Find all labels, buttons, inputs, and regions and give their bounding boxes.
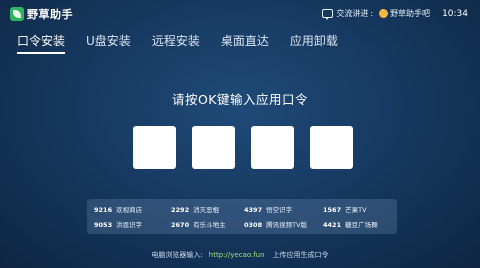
tab-remote-install[interactable]: 远程安装: [152, 32, 200, 49]
footer-url: http://yecao.fun: [208, 251, 265, 259]
code-digit-input[interactable]: [133, 126, 176, 169]
code-app-name: 洪恩识字: [116, 221, 143, 229]
code-app-name: 糖豆广场舞: [345, 221, 378, 229]
status-area: 交流讲进 : 野草助手吧 10:34: [322, 8, 468, 20]
popular-codes-panel: 9216 欢视商店 2292 消灭恶棍 4397 悟空识字 1567 芒果TV 9053…: [87, 199, 397, 234]
code-digit-input[interactable]: [192, 126, 235, 169]
tab-bar: 口令安装 U盘安装 远程安装 桌面直达 应用卸载: [17, 32, 359, 54]
leaf-logo-icon: [10, 7, 24, 21]
code-app-name: 悟空识字: [266, 206, 293, 214]
code-number: 1567: [323, 206, 342, 214]
code-entry[interactable]: 2670 有乐斗地主: [171, 219, 226, 229]
app-name: 野草助手: [27, 8, 73, 21]
code-number: 4421: [323, 221, 342, 229]
code-number: 4397: [244, 206, 263, 214]
code-number: 2670: [171, 221, 190, 229]
footer-instructions: 电脑浏览器输入: http://yecao.fun 上传应用生成口令: [0, 250, 480, 260]
codes-row: 9053 洪恩识字 2670 有乐斗地主 0308 腾讯视频TV版 4421 糖豆广场舞: [87, 219, 397, 233]
code-digit-input[interactable]: [251, 126, 294, 169]
code-entry[interactable]: 1567 芒果TV: [323, 204, 367, 214]
footer-label: 电脑浏览器输入:: [151, 251, 203, 259]
app-logo: 野草助手: [10, 6, 73, 22]
code-app-name: 有乐斗地主: [193, 221, 226, 229]
chat-icon: [322, 9, 334, 20]
code-digit-input[interactable]: [310, 126, 353, 169]
code-number: 9053: [94, 221, 113, 229]
code-app-name: 欢视商店: [116, 206, 143, 214]
code-number: 9216: [94, 206, 113, 214]
tab-usb-install[interactable]: U盘安装: [86, 32, 131, 49]
code-number: 2292: [171, 206, 190, 214]
code-prompt: 请按OK键输入应用口令: [171, 92, 309, 107]
clock: 10:34: [442, 8, 468, 19]
footer-suffix: 上传应用生成口令: [272, 251, 329, 259]
tab-app-uninstall[interactable]: 应用卸载: [290, 32, 338, 49]
code-app-name: 腾讯视频TV版: [266, 221, 308, 229]
brand-icon: [379, 9, 389, 18]
code-entry[interactable]: 0308 腾讯视频TV版: [244, 219, 307, 229]
tab-code-install[interactable]: 口令安装: [17, 32, 66, 54]
code-entry[interactable]: 4397 悟空识字: [244, 204, 292, 214]
chat-label[interactable]: 交流讲进: [336, 8, 368, 19]
code-number: 0308: [244, 221, 263, 229]
code-entry[interactable]: 9053 洪恩识字: [94, 219, 142, 229]
code-input-group: [133, 126, 353, 169]
tab-desktop-direct[interactable]: 桌面直达: [221, 32, 269, 49]
top-bar: 野草助手 交流讲进 : 野草助手吧 10:34: [0, 0, 480, 26]
colon-separator: :: [370, 9, 374, 18]
code-entry[interactable]: 9216 欢视商店: [94, 204, 142, 214]
code-app-name: 芒果TV: [345, 206, 367, 214]
codes-row: 9216 欢视商店 2292 消灭恶棍 4397 悟空识字 1567 芒果TV: [87, 204, 397, 218]
brand-label[interactable]: 野草助手吧: [390, 8, 430, 19]
code-entry[interactable]: 4421 糖豆广场舞: [323, 219, 378, 229]
code-app-name: 消灭恶棍: [193, 206, 220, 214]
code-entry[interactable]: 2292 消灭恶棍: [171, 204, 219, 214]
